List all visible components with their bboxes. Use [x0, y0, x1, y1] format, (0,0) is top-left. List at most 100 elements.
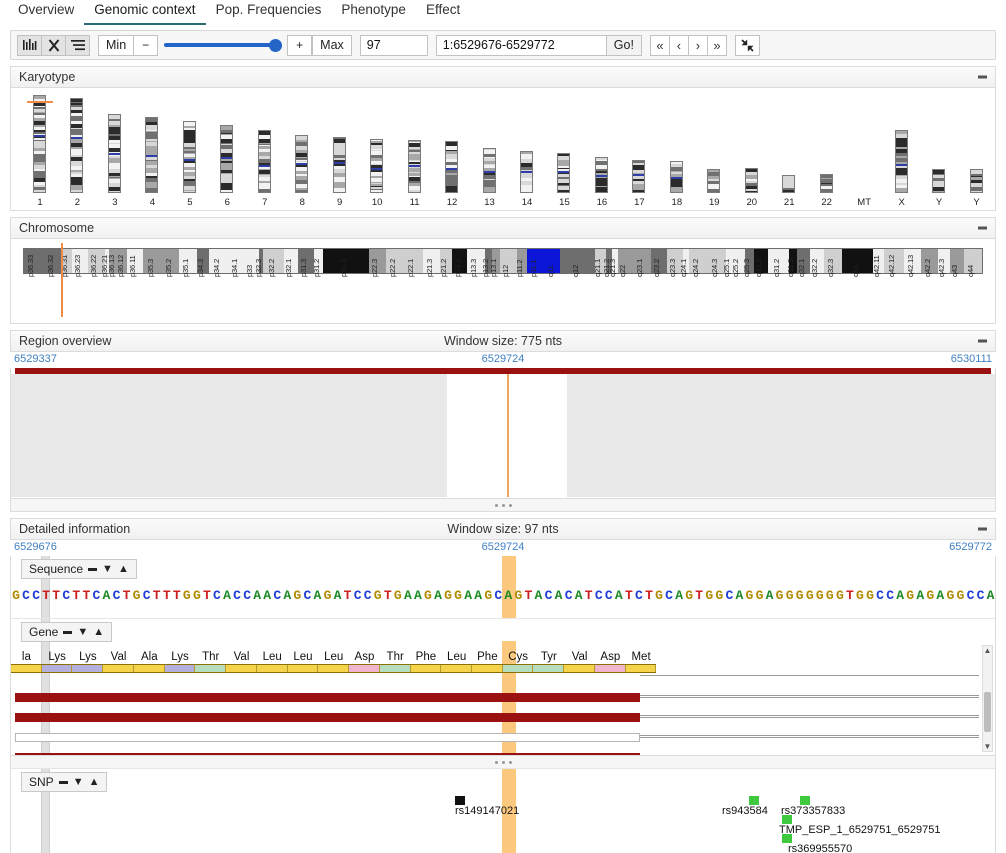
snp-marker[interactable] [749, 796, 759, 805]
zoom-max-label[interactable]: Max [312, 34, 352, 56]
minimize-icon[interactable] [88, 567, 98, 571]
snp-marker[interactable] [782, 834, 792, 843]
chromosome-3[interactable] [107, 114, 121, 193]
scrollbar-thumb[interactable] [984, 692, 991, 732]
transcript-bar[interactable] [15, 733, 640, 742]
transcript-bar[interactable] [15, 713, 640, 722]
cytoband-label-p21.3: p21.3 [424, 258, 434, 277]
chromosome-1[interactable] [33, 95, 46, 193]
cytoband-label-q25.1: q25.1 [721, 258, 731, 277]
karyotype-panel-header: Karyotype [10, 66, 996, 88]
minimize-icon[interactable] [978, 339, 987, 343]
fit-to-screen-icon[interactable] [734, 34, 760, 56]
chromosome-18[interactable] [669, 161, 683, 193]
minimize-icon[interactable] [58, 780, 68, 784]
chromosome-12[interactable] [445, 141, 459, 193]
region-resize-handle[interactable] [11, 498, 995, 511]
chevron-down-icon[interactable]: ▼ [77, 626, 88, 638]
centromere-band [371, 168, 383, 170]
chromosome-6[interactable] [220, 125, 234, 193]
zoom-out-button[interactable]: − [133, 34, 159, 56]
chromosome-21[interactable] [782, 175, 796, 193]
chromosome-15[interactable] [557, 153, 571, 193]
zoom-in-button[interactable]: + [287, 34, 313, 56]
minimize-icon[interactable] [978, 75, 987, 79]
sequence-track[interactable]: Sequence ▼ ▲ GCCTTCTTCACTGCTTTGGTCACCAAC… [11, 556, 995, 618]
nucleotide: T [42, 588, 51, 603]
zoom-slider[interactable] [164, 35, 283, 56]
nav-next-button[interactable]: › [687, 34, 708, 56]
karyotype-bars-icon[interactable] [17, 34, 42, 56]
snp-marker[interactable] [455, 796, 465, 805]
chromosome-5[interactable] [182, 121, 196, 193]
chromosome-13[interactable] [482, 148, 496, 193]
centromere-band [521, 171, 532, 173]
window-size-input[interactable] [359, 34, 428, 56]
region-input[interactable] [435, 34, 606, 56]
tab-effect[interactable]: Effect [416, 0, 470, 23]
snp-marker[interactable] [782, 815, 792, 824]
sequence-track-controls[interactable]: Sequence ▼ ▲ [21, 559, 137, 579]
nucleotide: C [112, 588, 121, 603]
chromosome-16[interactable] [594, 157, 608, 193]
transcript-bar[interactable] [15, 693, 640, 702]
snp-label[interactable]: rs943584 [722, 805, 768, 817]
nav-first-button[interactable]: « [649, 34, 670, 56]
chevron-up-icon[interactable]: ▲ [89, 776, 100, 788]
nav-last-button[interactable]: » [706, 34, 727, 56]
tab-overview[interactable]: Overview [8, 0, 84, 23]
chromosome-22[interactable] [819, 174, 833, 193]
chromosome-x-icon[interactable] [41, 34, 66, 56]
chromosome-19[interactable] [707, 169, 721, 193]
chromosome-MT[interactable] [857, 191, 870, 193]
chromosome-10[interactable] [370, 139, 384, 193]
nucleotide: G [805, 588, 814, 603]
snp-track-controls[interactable]: SNP ▼ ▲ [21, 772, 108, 792]
snp-track[interactable]: SNP ▼ ▲ rs149147021 rs943584 rs373357833 TM… [11, 768, 995, 853]
minimize-icon[interactable] [978, 226, 987, 230]
gene-track-controls[interactable]: Gene ▼ ▲ [21, 622, 113, 642]
snp-label[interactable]: rs149147021 [455, 805, 519, 817]
chromosome-7[interactable] [257, 130, 271, 193]
gene-track[interactable]: Gene ▼ ▲ la Lys Lys Val Ala Lys Thr Val Leu Leu Le… [11, 618, 995, 776]
nucleotide: T [172, 588, 181, 603]
gene-track-scrollbar[interactable]: ▲ ▼ [982, 645, 993, 752]
chromosome-14[interactable] [520, 151, 533, 193]
karyotype-plot[interactable]: 1 2 3 4 5 6 7 8 9 10 11 12 13 14 15 16 17 18 19 20 21 22 MT X Y Y [10, 88, 996, 211]
chromosome-4[interactable] [145, 117, 159, 193]
tab-phenotype[interactable]: Phenotype [331, 0, 416, 23]
scroll-down-arrow-icon[interactable]: ▼ [984, 742, 992, 751]
tab-pop-frequencies[interactable]: Pop. Frequencies [206, 0, 332, 23]
snp-label[interactable]: rs369955570 [788, 843, 852, 853]
go-button[interactable]: Go! [605, 34, 642, 56]
gene-track-resize-handle[interactable] [11, 755, 995, 768]
region-overview-plot[interactable] [10, 368, 996, 512]
chromosome-ideogram[interactable]: p36.33 p36.32 p36.31 p36.23 p36.22 p36.21 p36.… [10, 239, 996, 324]
chromosome-Y[interactable] [932, 169, 946, 193]
chromosome-20[interactable] [744, 168, 758, 193]
zoom-min-label[interactable]: Min [98, 34, 135, 56]
chromosome-11[interactable] [407, 140, 421, 193]
snp-label[interactable]: TMP_ESP_1_6529751_6529751 [779, 824, 940, 836]
zoom-slider-knob[interactable] [269, 38, 283, 52]
chevron-up-icon[interactable]: ▲ [93, 626, 104, 638]
chromosome-17[interactable] [632, 160, 646, 193]
chromosome-8[interactable] [295, 135, 309, 193]
nucleotide: G [926, 588, 935, 603]
chevron-down-icon[interactable]: ▼ [102, 563, 113, 575]
tab-genomic-context[interactable]: Genomic context [84, 0, 206, 25]
chevron-up-icon[interactable]: ▲ [118, 563, 129, 575]
nav-prev-button[interactable]: ‹ [668, 34, 689, 56]
chromosome-9[interactable] [332, 137, 346, 193]
centromere-band [895, 164, 907, 166]
snp-marker[interactable] [800, 796, 810, 805]
minimize-icon[interactable] [63, 630, 73, 634]
chromosome-Y[interactable] [969, 169, 983, 193]
chromosome-2[interactable] [70, 98, 84, 193]
chevron-down-icon[interactable]: ▼ [73, 776, 84, 788]
scroll-up-arrow-icon[interactable]: ▲ [984, 646, 992, 655]
minimize-icon[interactable] [978, 527, 987, 531]
chromosome-X[interactable] [894, 130, 908, 193]
cytoband-label-p21.1: p21.1 [452, 258, 462, 277]
track-settings-icon[interactable] [65, 34, 90, 56]
